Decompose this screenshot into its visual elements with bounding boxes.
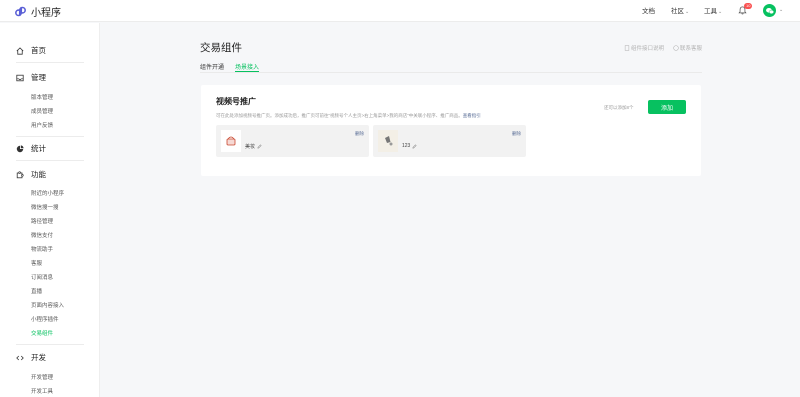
sidebar-item-nearby[interactable]: 附近的小程序: [31, 189, 64, 197]
avatar[interactable]: [763, 4, 776, 17]
card-name: 123: [402, 143, 417, 149]
chevron-down-icon: ⌄: [718, 9, 723, 15]
promotion-card[interactable]: 美妆 删除: [216, 125, 369, 157]
sidebar-item-logistics[interactable]: 物流助手: [31, 245, 53, 253]
card-thumbnail: [221, 130, 241, 152]
sidebar-item-search[interactable]: 微信搜一搜: [31, 203, 59, 211]
edit-icon[interactable]: [412, 143, 417, 149]
tab-divider: [200, 72, 702, 73]
doc-link-label: 联系客服: [680, 46, 703, 52]
sidebar-item-subscribe[interactable]: 订阅消息: [31, 273, 53, 281]
tab-scenario[interactable]: 场景接入: [235, 62, 259, 71]
channels-promotion-panel: 视频号推广 可在此处添加视频号推广页。添加成功后，推广页可前往“视频号个人主页>…: [201, 85, 701, 176]
sidebar-item-dev-tools[interactable]: 开发工具: [31, 387, 53, 395]
card-name-text: 123: [402, 143, 411, 149]
add-button[interactable]: 添加: [648, 100, 686, 114]
nav-docs-label: 文档: [642, 8, 655, 15]
cake-image-icon: [226, 136, 236, 146]
home-icon: [16, 46, 24, 55]
sidebar-item-plugin[interactable]: 小程序插件: [31, 315, 59, 323]
page-title: 交易组件: [200, 42, 242, 54]
sidebar-item-content[interactable]: 页面内容接入: [31, 301, 64, 309]
panel-description: 可在此处添加视频号推广页。添加成功后，推广页可前往“视频号个人主页>右上角菜单>…: [216, 113, 481, 119]
top-bar: 小程序 文档 社区⌄ 工具⌄ 10 ⌄: [0, 0, 800, 22]
doc-link-api[interactable]: 组件接口说明: [624, 44, 664, 52]
doc-link-label: 组件接口说明: [631, 46, 665, 52]
pie-chart-icon: [16, 144, 24, 152]
sidebar-item-service[interactable]: 客服: [31, 259, 42, 267]
sidebar-item-members[interactable]: 成员管理: [31, 107, 53, 115]
promotion-card[interactable]: 123 删除: [373, 125, 526, 157]
panel-description-text: 可在此处添加视频号推广页。添加成功后，推广页可前往“视频号个人主页>右上角菜单>…: [216, 113, 463, 118]
card-thumbnail: [378, 130, 398, 152]
sidebar-section-label: 管理: [31, 73, 46, 82]
sidebar-item-label: 统计: [31, 144, 46, 153]
panel-title: 视频号推广: [216, 97, 256, 106]
nav-docs[interactable]: 文档: [642, 5, 655, 15]
guide-link[interactable]: 查看指引: [463, 113, 481, 118]
sidebar-section-label: 开发: [31, 353, 46, 362]
sidebar-item-stats[interactable]: 统计: [16, 143, 46, 154]
chevron-down-icon[interactable]: ⌄: [779, 7, 783, 13]
puzzle-icon: [16, 170, 24, 178]
sidebar-section-label: 功能: [31, 170, 46, 179]
divider: [16, 62, 84, 63]
divider: [16, 160, 84, 161]
doc-link-service[interactable]: 联系客服: [673, 44, 702, 52]
edit-icon[interactable]: [257, 144, 262, 149]
sidebar-item-pay[interactable]: 微信支付: [31, 231, 53, 239]
sidebar-item-trade[interactable]: 交易组件: [31, 329, 53, 337]
tab-enable[interactable]: 组件开通: [200, 62, 224, 71]
sidebar-item-label: 首页: [31, 46, 46, 55]
nav-community[interactable]: 社区⌄: [671, 5, 689, 15]
sidebar-section-features[interactable]: 功能: [16, 169, 46, 180]
document-icon: [624, 45, 630, 51]
sidebar-item-dev-manage[interactable]: 开发管理: [31, 373, 53, 381]
mini-program-logo-icon: [15, 6, 26, 17]
notification-badge: 10: [744, 3, 753, 9]
delete-button[interactable]: 删除: [355, 131, 364, 137]
divider: [16, 344, 84, 345]
chevron-down-icon: ⌄: [685, 9, 690, 15]
nav-community-label: 社区: [671, 8, 684, 15]
nav-tools-label: 工具: [704, 8, 717, 15]
sidebar-item-version[interactable]: 版本管理: [31, 93, 53, 101]
delete-button[interactable]: 删除: [512, 131, 521, 137]
card-name-text: 美妆: [245, 144, 256, 150]
photo-thumbnail-icon: [378, 130, 398, 152]
code-icon: [16, 355, 24, 360]
app-name: 小程序: [31, 8, 61, 19]
divider: [16, 136, 84, 137]
card-name: 美妆: [245, 143, 262, 150]
sidebar-item-live[interactable]: 直播: [31, 287, 42, 295]
active-tab-indicator: [235, 71, 259, 72]
remaining-count: 还可以添加8个: [604, 105, 634, 110]
wechat-icon: [765, 7, 774, 14]
sidebar: 首页 管理 版本管理 成员管理 用户反馈 统计 功能 附近的小程序 微信搜一搜 …: [0, 23, 100, 397]
sidebar-item-home[interactable]: 首页: [16, 45, 46, 56]
help-circle-icon: [673, 45, 679, 51]
logo[interactable]: 小程序: [14, 4, 61, 19]
sidebar-item-feedback[interactable]: 用户反馈: [31, 121, 53, 129]
sidebar-item-path[interactable]: 路径管理: [31, 217, 53, 225]
nav-tools[interactable]: 工具⌄: [704, 5, 722, 15]
inbox-icon: [16, 74, 24, 81]
sidebar-section-manage[interactable]: 管理: [16, 72, 46, 83]
sidebar-section-dev[interactable]: 开发: [16, 352, 46, 363]
